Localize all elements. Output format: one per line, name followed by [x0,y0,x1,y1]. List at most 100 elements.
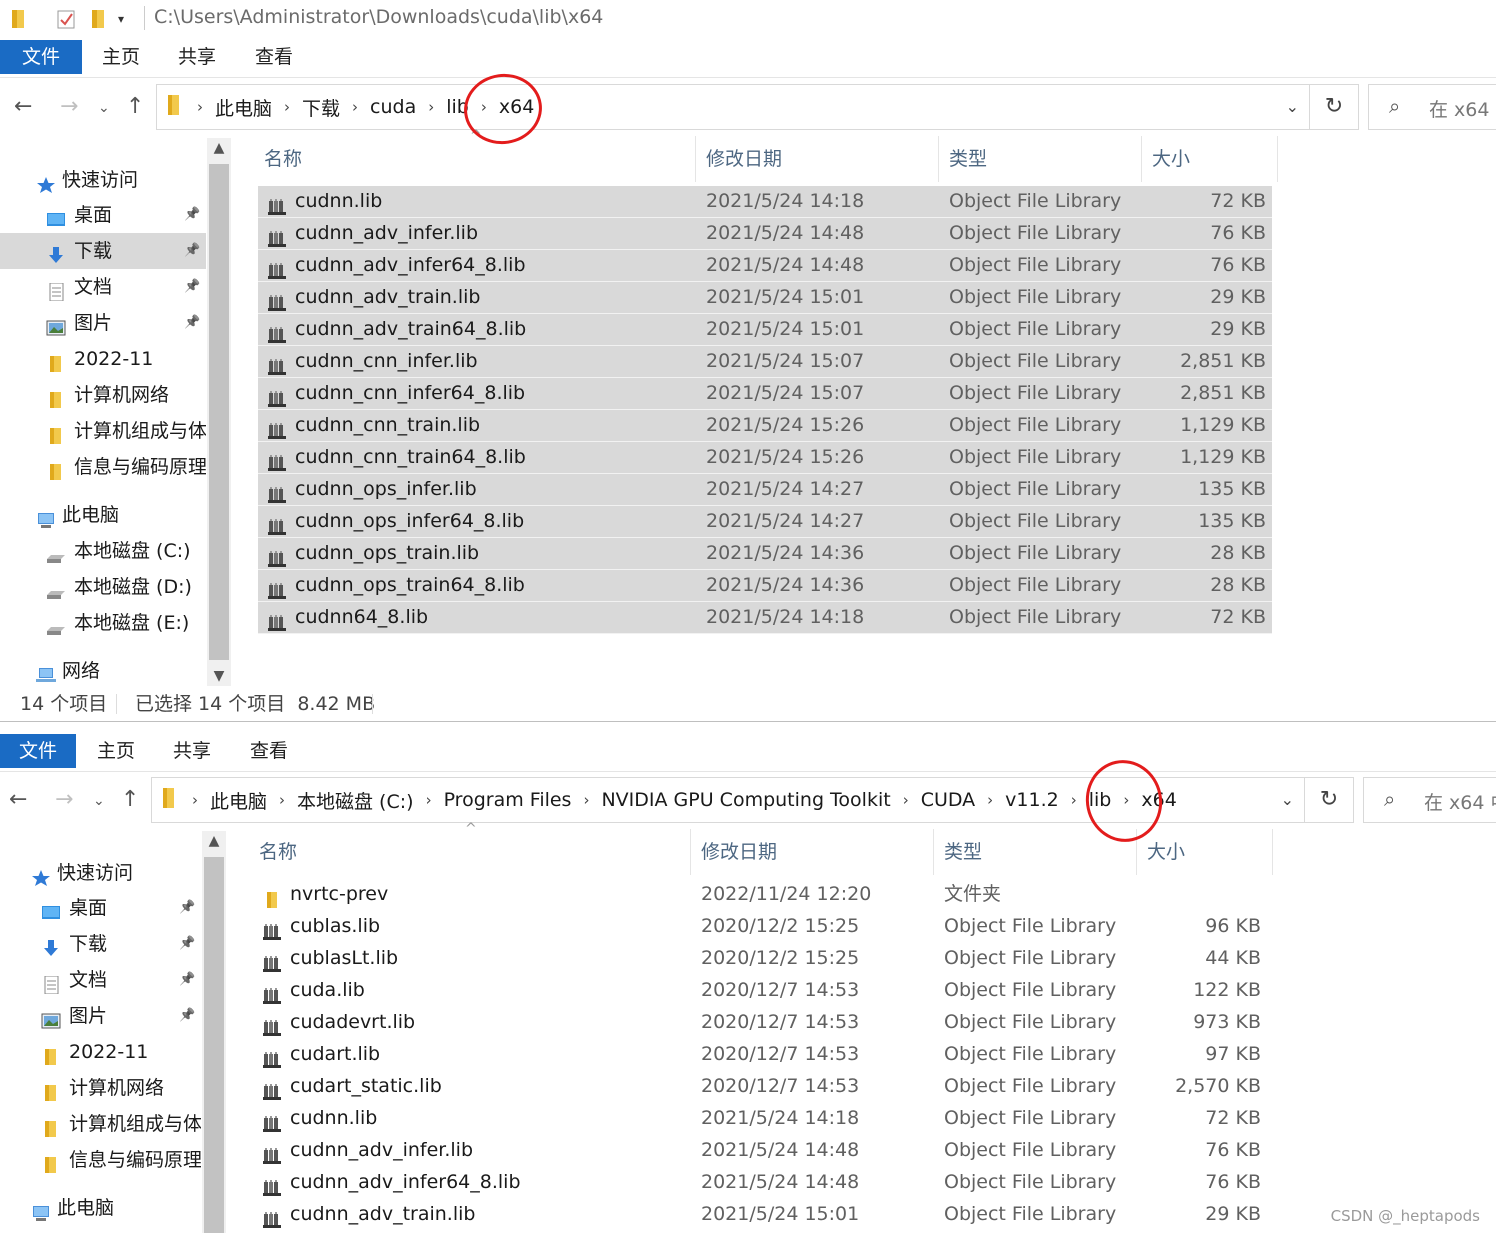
sidebar-item[interactable]: 图片 📌 [0,998,201,1034]
tab-home[interactable]: 主页 [102,40,140,74]
file-row[interactable]: cudadevrt.lib 2020/12/7 14:53 Object File … [253,1007,1267,1039]
column-header[interactable]: 修改日期 [701,829,777,875]
column-divider[interactable] [938,136,939,182]
scroll-up-icon[interactable]: ▲ [207,140,231,156]
file-row[interactable]: cudnn_cnn_train64_8.lib 2021/5/24 15:26 Ob… [258,442,1272,474]
tab-file[interactable]: 文件 [0,734,76,768]
file-row[interactable]: cudnn_adv_infer64_8.lib 2021/5/24 14:48 Ob… [253,1167,1267,1199]
folder-icon[interactable] [10,8,26,30]
chevron-right-icon[interactable]: › [903,791,909,809]
tab-view[interactable]: 查看 [255,40,293,74]
sidebar-item[interactable]: 本地磁盘 (C:) [0,533,206,569]
file-row[interactable]: cudnn_adv_infer.lib 2021/5/24 14:48 Object… [258,218,1272,250]
sidebar-item[interactable]: 下载 📌 [0,926,201,962]
chevron-right-icon[interactable]: › [279,791,285,809]
file-row[interactable]: cudnn_adv_infer.lib 2021/5/24 14:48 Object… [253,1135,1267,1167]
file-row[interactable]: cudnn.lib 2021/5/24 14:18 Object File Libr… [253,1103,1267,1135]
column-header[interactable]: 大小 [1152,136,1190,182]
chevron-right-icon[interactable]: › [1071,791,1077,809]
column-header[interactable]: 类型 [944,829,982,875]
chevron-right-icon[interactable]: › [352,98,358,116]
tab-file[interactable]: 文件 [0,40,82,74]
pin-icon[interactable]: 📌 [179,890,195,926]
tab-share[interactable]: 共享 [178,40,216,74]
customize-toolbar-dropdown[interactable]: ▾ [118,12,124,34]
scroll-up-icon[interactable]: ▲ [202,833,226,849]
sidebar-item[interactable]: 计算机组成与体系 [0,1106,201,1142]
sidebar-item[interactable]: 本地磁盘 (D:) [0,569,206,605]
breadcrumb-item[interactable]: 此电脑 [210,787,267,814]
tab-home[interactable]: 主页 [97,734,135,768]
file-row[interactable]: cudart_static.lib 2020/12/7 14:53 Object F… [253,1071,1267,1103]
column-header[interactable]: 类型 [949,136,987,182]
column-divider[interactable] [1272,829,1273,875]
navigation-scrollbar[interactable]: ▲ [202,831,226,1233]
properties-icon[interactable] [56,8,76,30]
refresh-button[interactable]: ↻ [1304,777,1354,823]
file-row[interactable]: cudnn_ops_train.lib 2021/5/24 14:36 Object… [258,538,1272,570]
sidebar-item[interactable]: 此电脑 [0,1190,201,1226]
pin-icon[interactable]: 📌 [179,926,195,962]
breadcrumb-item[interactable]: v11.2 [1005,789,1059,811]
chevron-right-icon[interactable]: › [428,98,434,116]
sidebar-item[interactable]: 计算机组成与体系 [0,413,206,449]
file-row[interactable]: cudnn_adv_train.lib 2021/5/24 15:01 Object… [258,282,1272,314]
sidebar-item[interactable]: 2022-11 [0,341,206,377]
scrollbar-thumb[interactable] [204,857,224,1233]
file-row[interactable]: cudnn_ops_infer64_8.lib 2021/5/24 14:27 Ob… [258,506,1272,538]
chevron-right-icon[interactable]: › [197,98,203,116]
file-row[interactable]: cudnn_cnn_infer64_8.lib 2021/5/24 15:07 Ob… [258,378,1272,410]
tab-view[interactable]: 查看 [250,734,288,768]
sidebar-item[interactable]: 计算机网络 [0,377,206,413]
file-row[interactable]: cudnn_ops_infer.lib 2021/5/24 14:27 Object… [258,474,1272,506]
file-row[interactable]: cudnn_adv_infer64_8.lib 2021/5/24 14:48 Ob… [258,250,1272,282]
file-row[interactable]: cudnn_cnn_infer.lib 2021/5/24 15:07 Object… [258,346,1272,378]
column-divider[interactable] [1141,136,1142,182]
sidebar-item[interactable]: 桌面 📌 [0,890,201,926]
file-row[interactable]: cublasLt.lib 2020/12/2 15:25 Object File L… [253,943,1267,975]
sidebar-item[interactable]: 下载 📌 [0,233,206,269]
breadcrumb-item[interactable]: CUDA [921,789,975,811]
forward-arrow-icon[interactable]: → [60,94,78,119]
column-header[interactable]: 名称 [264,136,302,182]
column-divider[interactable] [690,829,691,875]
search-input[interactable]: ⌕ 在 x64 中 [1363,777,1496,823]
sidebar-item[interactable]: 计算机网络 [0,1070,201,1106]
up-arrow-icon[interactable]: ↑ [121,787,139,812]
search-input[interactable]: ⌕ 在 x64 中 [1368,84,1496,130]
sidebar-item[interactable]: 快速访问 [0,855,201,891]
sidebar-item[interactable]: 此电脑 [0,497,206,533]
back-arrow-icon[interactable]: ← [9,787,27,812]
sidebar-item[interactable]: 文档 📌 [0,269,206,305]
chevron-right-icon[interactable]: › [426,791,432,809]
pin-icon[interactable]: 📌 [179,998,195,1034]
file-row[interactable]: cublas.lib 2020/12/2 15:25 Object File Lib… [253,911,1267,943]
chevron-right-icon[interactable]: › [987,791,993,809]
sidebar-item[interactable]: 信息与编码原理 [0,449,206,485]
back-arrow-icon[interactable]: ← [14,94,32,119]
breadcrumb-item[interactable]: 下载 [302,94,340,121]
breadcrumb-item[interactable]: cuda [370,96,416,118]
breadcrumb-item[interactable]: Program Files [444,789,572,811]
sidebar-item[interactable]: 本地磁盘 (E:) [0,605,206,641]
scroll-down-icon[interactable]: ▼ [207,668,231,684]
chevron-right-icon[interactable]: › [192,791,198,809]
recent-locations-chevron-icon[interactable]: ⌄ [93,793,105,809]
breadcrumb-item[interactable]: 本地磁盘 (C:) [297,787,414,814]
recent-locations-chevron-icon[interactable]: ⌄ [98,100,110,116]
file-row[interactable]: cudnn_cnn_train.lib 2021/5/24 15:26 Object… [258,410,1272,442]
sidebar-item[interactable]: 桌面 📌 [0,197,206,233]
file-row[interactable]: cudart.lib 2020/12/7 14:53 Object File Lib… [253,1039,1267,1071]
file-row[interactable]: cudnn64_8.lib 2021/5/24 14:18 Object File … [258,602,1272,634]
chevron-right-icon[interactable]: › [284,98,290,116]
file-row[interactable]: cudnn_adv_train64_8.lib 2021/5/24 15:01 Ob… [258,314,1272,346]
refresh-button[interactable]: ↻ [1309,84,1359,130]
address-bar[interactable]: › 此电脑 › 下载 › cuda › lib › x64 ⌄ [156,84,1310,130]
column-header[interactable]: 名称 [259,829,297,875]
scrollbar-thumb[interactable] [209,164,229,660]
file-row[interactable]: cudnn_adv_train.lib 2021/5/24 15:01 Object… [253,1199,1267,1231]
chevron-down-icon[interactable]: ⌄ [1281,790,1294,809]
pin-icon[interactable]: 📌 [184,233,200,269]
chevron-down-icon[interactable]: ⌄ [1286,97,1299,116]
pin-icon[interactable]: 📌 [184,197,200,233]
